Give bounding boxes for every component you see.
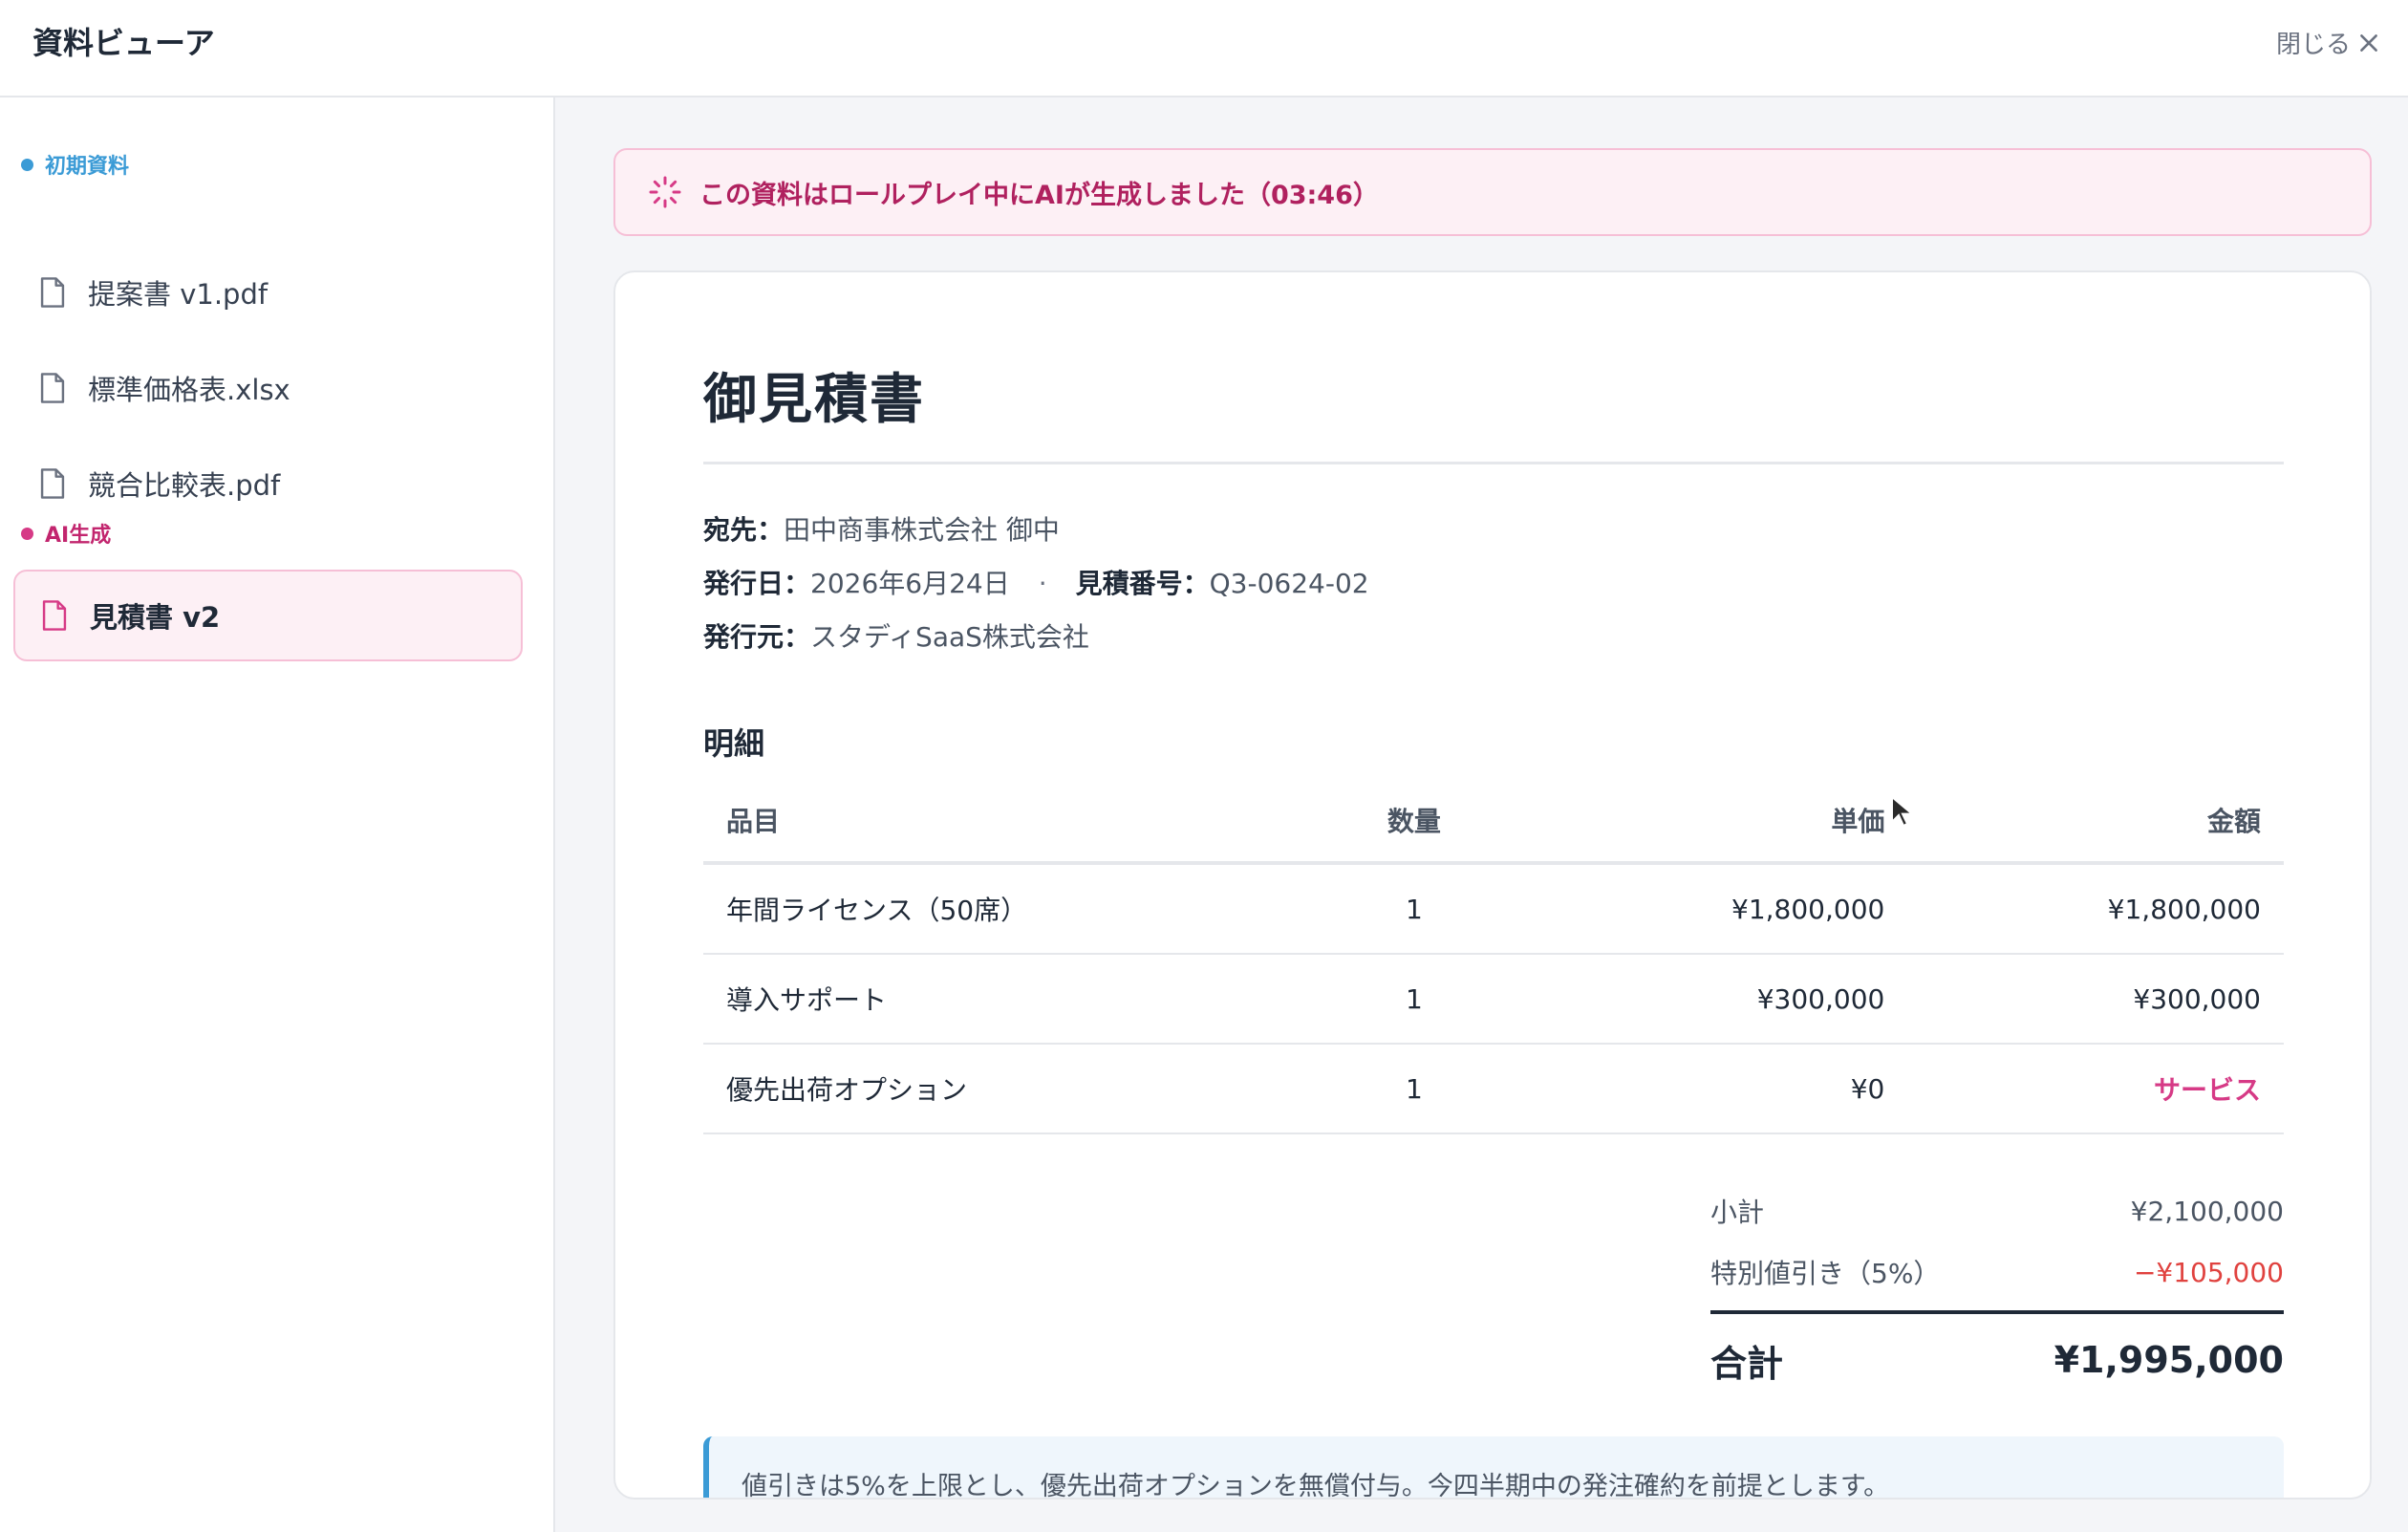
sidebar-item-price-list[interactable]: 標準価格表.xlsx (13, 342, 523, 434)
title-divider (703, 462, 2284, 464)
banner-text: この資料はロールプレイ中にAIが生成しました（03:46） (699, 180, 1379, 210)
meta-separator: · (1038, 568, 1047, 599)
file-icon (40, 277, 65, 308)
details-heading: 明細 (703, 725, 765, 762)
cell-amount: ¥1,800,000 (1907, 863, 2284, 955)
table-row: 優先出荷オプション 1 ¥0 サービス (703, 1044, 2284, 1134)
document-title: 御見積書 (703, 369, 925, 431)
line-items-table: 品目 数量 単価 金額 年間ライセンス（50席） 1 ¥1,800,000 ¥1… (703, 779, 2284, 1134)
table-row: 年間ライセンス（50席） 1 ¥1,800,000 ¥1,800,000 (703, 863, 2284, 955)
subtotal-row: 小計 ¥2,100,000 (1710, 1180, 2284, 1241)
cell-item: 年間ライセンス（50席） (703, 863, 1298, 955)
column-header-item: 品目 (703, 779, 1298, 865)
date-value: 2026年6月24日 (810, 568, 1010, 599)
issuer-label: 発行元： (703, 621, 811, 653)
recipient-value: 田中商事株式会社 御中 (784, 514, 1060, 546)
file-icon (40, 373, 65, 403)
close-button[interactable]: 閉じる (2276, 25, 2381, 60)
subtotal-value: ¥2,100,000 (2130, 1195, 2284, 1227)
app-title: 資料ビューア (32, 25, 215, 61)
sidebar: 初期資料 提案書 v1.pdf 標準価格表.xlsx 競合比較表.pdf AI生… (0, 97, 555, 1532)
quote-number-value: Q3-0624-02 (1209, 568, 1369, 599)
issuer-row: 発行元：スタディSaaS株式会社 (703, 616, 1089, 655)
section-ai-generated: AI生成 (21, 518, 111, 549)
file-icon (40, 468, 65, 499)
table-header-row: 品目 数量 単価 金額 (703, 779, 2284, 865)
cell-unit-price: ¥1,800,000 (1531, 863, 1908, 955)
sidebar-item-label: 見積書 v2 (90, 601, 221, 634)
spinner-icon (649, 176, 681, 208)
sidebar-item-quote-v2[interactable]: 見積書 v2 (13, 570, 523, 661)
note-text: 値引きは5%を上限とし、優先出荷オプションを無償付与。今四半期中の発注確約を前提… (742, 1472, 1890, 1500)
cell-unit-price: ¥300,000 (1531, 954, 1908, 1045)
file-icon (42, 600, 67, 631)
sidebar-item-proposal[interactable]: 提案書 v1.pdf (13, 247, 523, 338)
table-row: 導入サポート 1 ¥300,000 ¥300,000 (703, 954, 2284, 1045)
total-row: 合計 ¥1,995,000 (1710, 1314, 2284, 1406)
subtotal-label: 小計 (1710, 1197, 1765, 1228)
discount-label: 特別値引き（5%） (1710, 1258, 1941, 1289)
total-value: ¥1,995,000 (2053, 1339, 2284, 1381)
section-label: AI生成 (45, 524, 112, 548)
total-label: 合計 (1710, 1342, 1784, 1385)
totals-block: 小計 ¥2,100,000 特別値引き（5%） −¥105,000 合計 ¥1,… (1710, 1180, 2284, 1406)
cell-amount-service-badge: サービス (1907, 1044, 2284, 1134)
cell-quantity: 1 (1297, 863, 1532, 955)
ai-generated-banner: この資料はロールプレイ中にAIが生成しました（03:46） (613, 148, 2372, 236)
recipient-row: 宛先：田中商事株式会社 御中 (703, 509, 1060, 548)
section-initial-materials: 初期資料 (21, 149, 129, 180)
issuer-value: スタディSaaS株式会社 (810, 621, 1089, 653)
recipient-label: 宛先： (703, 514, 785, 546)
close-icon (2360, 33, 2377, 52)
close-label: 閉じる (2275, 31, 2351, 59)
cell-item: 導入サポート (703, 954, 1298, 1045)
discount-value: −¥105,000 (2133, 1256, 2284, 1288)
column-header-quantity: 数量 (1297, 779, 1532, 865)
section-dot (21, 158, 33, 171)
cell-quantity: 1 (1297, 954, 1532, 1045)
sidebar-item-label: 標準価格表.xlsx (88, 374, 290, 406)
section-dot (21, 527, 33, 540)
cell-amount: ¥300,000 (1907, 954, 2284, 1045)
sidebar-item-label: 提案書 v1.pdf (88, 278, 269, 311)
quote-number-label: 見積番号： (1075, 568, 1210, 599)
cell-item: 優先出荷オプション (703, 1044, 1298, 1134)
cell-quantity: 1 (1297, 1044, 1532, 1134)
date-label: 発行日： (703, 568, 811, 599)
discount-row: 特別値引き（5%） −¥105,000 (1710, 1241, 2284, 1303)
mouse-cursor-icon (1891, 795, 1915, 828)
column-header-amount: 金額 (1907, 779, 2284, 865)
top-bar: 資料ビューア 閉じる (0, 0, 2408, 97)
sidebar-item-competitor-comparison[interactable]: 競合比較表.pdf (13, 438, 523, 529)
sidebar-item-label: 競合比較表.pdf (88, 469, 281, 502)
document-card: 御見積書 宛先：田中商事株式会社 御中 発行日：2026年6月24日 · 見積番号：… (613, 270, 2372, 1500)
terms-note: 値引きは5%を上限とし、優先出荷オプションを無償付与。今四半期中の発注確約を前提… (703, 1436, 2284, 1500)
cell-unit-price: ¥0 (1531, 1044, 1908, 1134)
column-header-unit-price: 単価 (1531, 779, 1908, 865)
section-label: 初期資料 (45, 155, 130, 179)
issue-info-row: 発行日：2026年6月24日 · 見積番号：Q3-0624-02 (703, 563, 1369, 601)
